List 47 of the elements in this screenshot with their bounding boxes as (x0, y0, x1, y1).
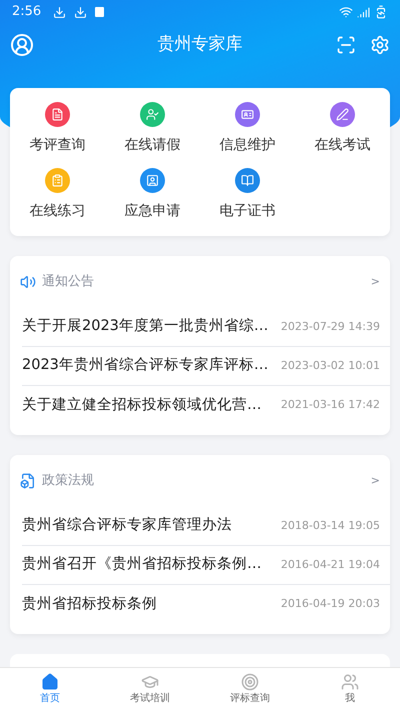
item-date: 2016-04-19 20:03 (280, 596, 380, 612)
download-icon (53, 6, 66, 18)
item-date: 2023-07-29 14:39 (280, 318, 380, 335)
avatar-icon[interactable] (10, 33, 34, 57)
app-shortcut[interactable]: 在线练习 (10, 168, 105, 222)
signal-icon (357, 6, 370, 18)
document-icon (20, 473, 36, 489)
item-date: 2018-03-14 19:05 (280, 518, 380, 534)
item-title: 关于开展2023年度第一批贵州省综… (22, 316, 268, 336)
list-item[interactable]: 贵州省综合评标专家库管理办法 2018-03-14 19:05 (22, 507, 390, 546)
app-shortcut[interactable]: 在线考试 (295, 102, 390, 156)
item-date: 2023-03-02 10:01 (280, 358, 380, 374)
list-item[interactable]: 关于开展2023年度第一批贵州省综… 2023-07-29 14:39 (22, 308, 390, 347)
item-title: 关于建立健全招标投标领域优化营… (22, 396, 262, 415)
app-title: 贵州专家库 (158, 33, 242, 56)
list-item[interactable]: 贵州省招标投标条例 2016-04-19 20:03 (22, 585, 390, 624)
nav-tab[interactable]: 评标查询 (200, 668, 300, 711)
graduation-cap-icon (141, 673, 159, 691)
download-icon (74, 6, 88, 18)
item-title: 贵州省招标投标条例 (22, 594, 157, 614)
home-icon (41, 673, 59, 691)
app-shortcut[interactable]: 考评查询 (10, 102, 105, 156)
people-icon (341, 673, 359, 691)
nav-tab[interactable]: 考试培训 (100, 668, 200, 711)
app-shortcut[interactable]: 信息维护 (200, 102, 295, 156)
list-item[interactable]: 贵州省召开《贵州省招标投标条例… 2016-04-21 19:04 (22, 546, 390, 585)
nav-tab[interactable]: 我 (300, 668, 400, 711)
settings-icon[interactable] (370, 35, 390, 55)
item-title: 贵州省召开《贵州省招标投标条例… (22, 555, 262, 574)
target-icon (241, 673, 259, 691)
nav-tab[interactable]: 首页 (0, 668, 100, 711)
app-shortcut[interactable]: 在线请假 (105, 102, 200, 156)
speaker-icon (20, 274, 36, 290)
app-shortcut[interactable]: 应急申请 (105, 168, 200, 222)
wifi-icon (339, 5, 353, 19)
app-shortcut[interactable]: 电子证书 (200, 168, 295, 222)
section-title: 通知公告 (42, 273, 94, 292)
status-time: 2:56 (12, 3, 42, 22)
list-item[interactable]: 关于建立健全招标投标领域优化营… 2021-03-16 17:42 (22, 386, 390, 425)
item-title: 2023年贵州省综合评标专家库评标… (22, 356, 268, 376)
item-date: 2021-03-16 17:42 (280, 397, 380, 414)
list-item[interactable]: 2023年贵州省综合评标专家库评标… 2023-03-02 10:01 (22, 347, 390, 386)
item-date: 2016-04-21 19:04 (280, 556, 380, 573)
section-title: 政策法规 (42, 472, 94, 490)
scan-icon[interactable] (336, 35, 356, 55)
battery-icon (374, 5, 388, 19)
item-title: 贵州省综合评标专家库管理办法 (22, 516, 232, 536)
